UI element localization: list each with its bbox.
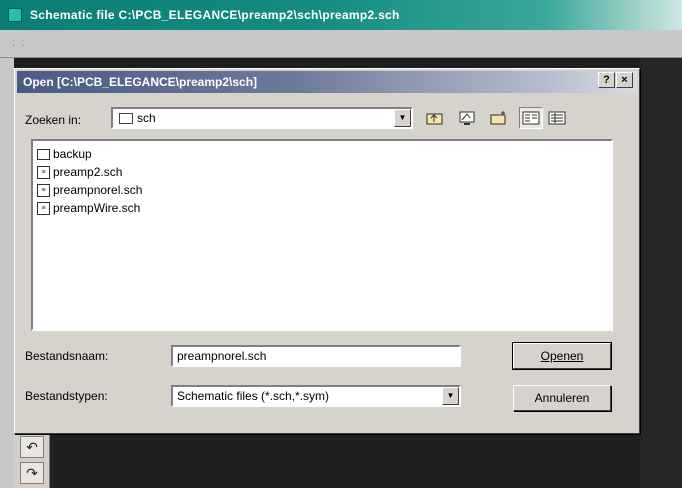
filetype-label: Bestandstypen: (25, 389, 108, 403)
list-item[interactable]: ≡ preamp2.sch (37, 163, 607, 181)
app-tool-strip: ↶ ↷ (14, 432, 50, 488)
redo-icon[interactable]: ↷ (20, 462, 44, 484)
folder-icon (37, 148, 50, 160)
dialog-title: Open [C:\PCB_ELEGANCE\preamp2\sch] (23, 75, 258, 89)
open-button-label: Openen (540, 349, 584, 363)
filename-input[interactable]: preampnorel.sch (171, 345, 461, 367)
desktop-icon[interactable] (455, 107, 479, 129)
app-title: Schematic file C:\PCB_ELEGANCE\preamp2\s… (30, 8, 400, 22)
filetype-value: Schematic files (*.sch,*.sym) (177, 389, 330, 403)
open-button[interactable]: Openen (512, 342, 612, 370)
filename-label: Bestandsnaam: (25, 349, 109, 363)
list-item[interactable]: ≡ preampnorel.sch (37, 181, 607, 199)
file-name: preampWire.sch (53, 201, 141, 215)
lookin-label: Zoeken in: (25, 113, 82, 127)
chevron-down-icon[interactable]: ▼ (442, 387, 459, 405)
filetype-select[interactable]: Schematic files (*.sch,*.sym) ▼ (171, 385, 461, 407)
schematic-canvas[interactable] (14, 430, 640, 488)
help-button[interactable]: ? (598, 72, 615, 88)
folder-icon (119, 112, 133, 124)
file-name: preampnorel.sch (53, 183, 143, 197)
open-file-dialog: Open [C:\PCB_ELEGANCE\preamp2\sch] ? × Z… (14, 68, 640, 434)
document-icon: ≡ (37, 201, 50, 215)
document-icon: ≡ (37, 165, 50, 179)
list-view-icon[interactable] (519, 107, 543, 129)
new-folder-icon[interactable] (487, 107, 511, 129)
app-left-panel (0, 58, 14, 488)
app-right-panel (640, 58, 682, 488)
list-item[interactable]: backup (37, 145, 607, 163)
details-view-icon[interactable] (545, 107, 569, 129)
lookin-combobox[interactable]: sch ▼ (111, 107, 413, 129)
dialog-titlebar[interactable]: Open [C:\PCB_ELEGANCE\preamp2\sch] (17, 71, 637, 93)
app-titlebar: Schematic file C:\PCB_ELEGANCE\preamp2\s… (0, 0, 682, 30)
app-menubar: : : (0, 30, 682, 58)
file-name: backup (53, 147, 92, 161)
close-button[interactable]: × (616, 72, 633, 88)
file-list[interactable]: backup ≡ preamp2.sch ≡ preampnorel.sch ≡… (31, 139, 613, 331)
up-folder-icon[interactable] (423, 107, 447, 129)
lookin-value: sch (137, 111, 156, 125)
cancel-button[interactable]: Annuleren (513, 385, 611, 411)
chevron-down-icon[interactable]: ▼ (394, 109, 411, 127)
app-toolbar-grip: : : (12, 38, 27, 49)
file-name: preamp2.sch (53, 165, 123, 179)
undo-icon[interactable]: ↶ (20, 436, 44, 458)
document-icon: ≡ (37, 183, 50, 197)
list-item[interactable]: ≡ preampWire.sch (37, 199, 607, 217)
app-icon (8, 8, 22, 22)
